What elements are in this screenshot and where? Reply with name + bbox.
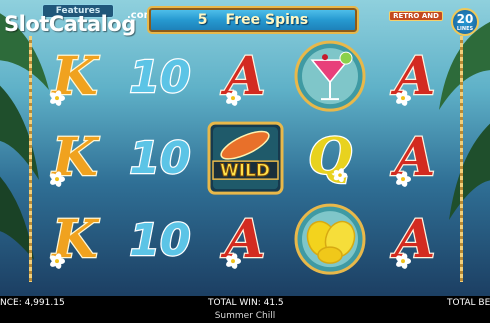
svg-text:A: A (220, 46, 265, 107)
game-scene: Features SlotCatalog .com 5 Free Spins R… (0, 0, 490, 296)
reel-cell: WILD (203, 117, 288, 198)
svg-text:10: 10 (129, 215, 190, 266)
watermark-text: SlotCatalog (4, 12, 136, 36)
symbol-a: A (389, 207, 437, 271)
symbol-ten: 10 (128, 51, 192, 105)
svg-text:10: 10 (129, 52, 190, 103)
rope-left (29, 36, 32, 282)
total-bet-readout: TOTAL BE (447, 298, 490, 308)
symbol-ten: 10 (128, 132, 192, 186)
game-title: Summer Chill (214, 311, 276, 321)
reel-grid: K 10 A A K 10 WILD Q A K 10 A A (33, 36, 458, 280)
symbol-a: A (219, 45, 267, 109)
reel-cell: K (33, 36, 118, 117)
lines-count: 20 (456, 12, 474, 26)
reel-cell (288, 199, 373, 280)
total-win-readout: TOTAL WIN: 41.5 (208, 298, 284, 308)
symbol-k: K (49, 45, 101, 109)
svg-text:WILD: WILD (220, 161, 270, 181)
symbol-lemon-icon (294, 203, 366, 275)
reel-cell: 10 (118, 36, 203, 117)
reel-cell: A (203, 199, 288, 280)
reel-cell: Q (288, 117, 373, 198)
lines-label: LINES (456, 26, 474, 32)
symbol-a: A (389, 45, 437, 109)
symbol-a: A (389, 126, 437, 190)
free-spins-banner: 5 Free Spins (147, 6, 359, 34)
balance-readout: NCE: 4,991.15 (0, 298, 65, 308)
symbol-ten: 10 (128, 213, 192, 267)
svg-text:A: A (390, 46, 435, 107)
reel-cell: A (373, 36, 458, 117)
free-spins-count: 5 (197, 12, 208, 28)
reel-cell: K (33, 199, 118, 280)
reel-cell: 10 (118, 117, 203, 198)
symbol-q: Q (307, 125, 353, 187)
symbol-wild: WILD (207, 121, 284, 195)
retro-badge: RETRO AND (389, 11, 443, 21)
svg-text:A: A (220, 209, 265, 270)
svg-text:A: A (390, 209, 435, 270)
slotcatalog-watermark: Features SlotCatalog .com (2, 4, 154, 40)
symbol-k: K (49, 126, 101, 190)
reel-cell: A (373, 117, 458, 198)
symbol-cocktail-icon (294, 40, 366, 112)
reel-cell: K (33, 117, 118, 198)
svg-text:A: A (390, 127, 435, 188)
lines-badge: 20 LINES (451, 8, 479, 36)
free-spins-label: Free Spins (225, 12, 309, 28)
svg-text:10: 10 (129, 133, 190, 184)
reel-cell: A (203, 36, 288, 117)
reel-cell (288, 36, 373, 117)
symbol-a: A (219, 207, 267, 271)
status-bar: NCE: 4,991.15 TOTAL WIN: 41.5 TOTAL BE S… (0, 296, 490, 323)
reel-cell: A (373, 199, 458, 280)
rope-right (460, 36, 463, 282)
symbol-k: K (49, 207, 101, 271)
reel-cell: 10 (118, 199, 203, 280)
